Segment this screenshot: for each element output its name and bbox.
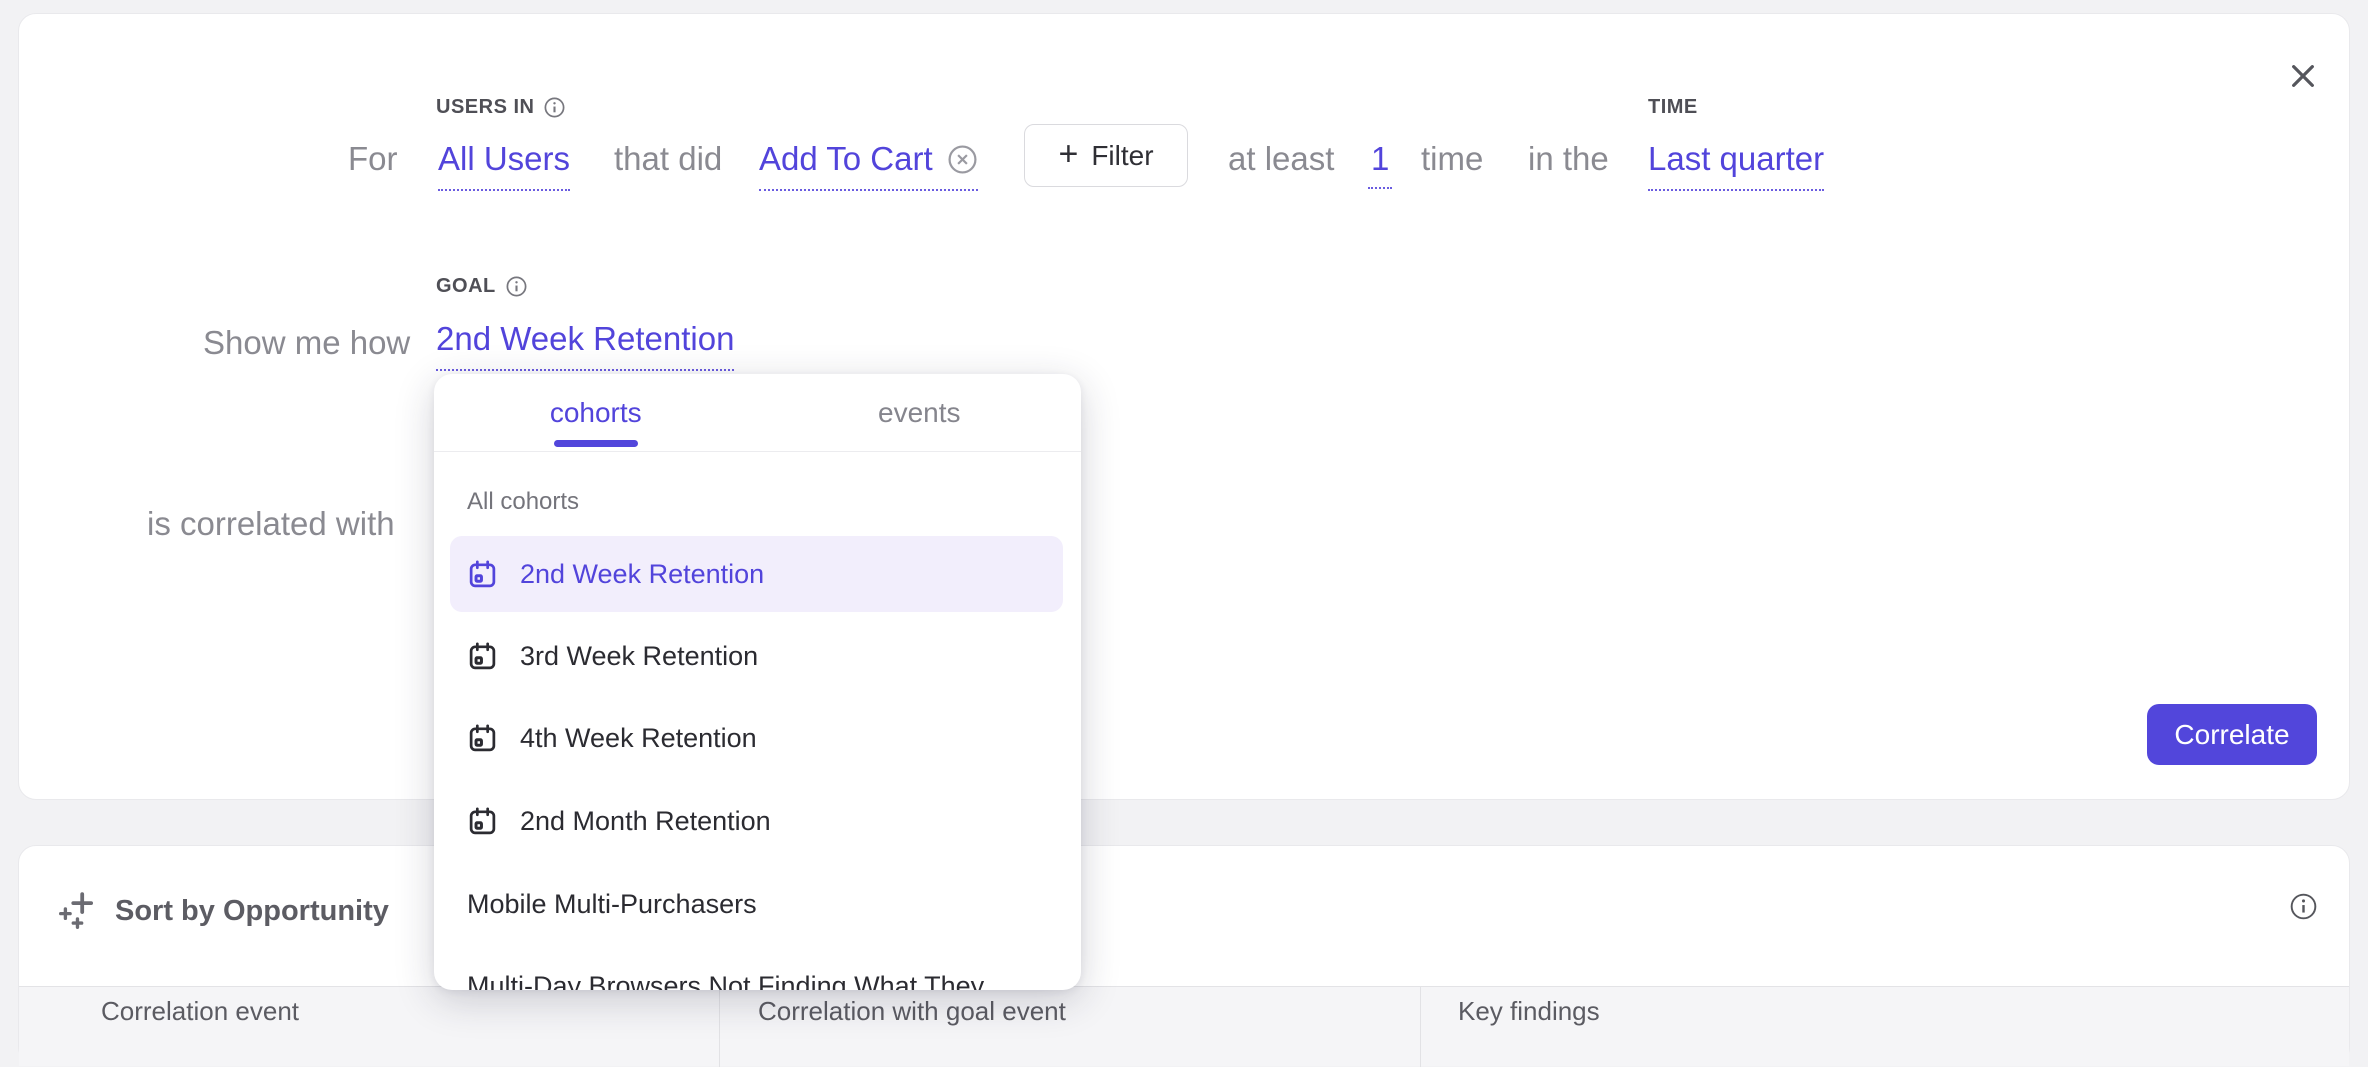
filter-button-label: Filter: [1091, 140, 1153, 172]
info-icon[interactable]: [543, 96, 566, 119]
list-item-label: Mobile Multi-Purchasers: [467, 889, 757, 920]
column-header-correlation-event[interactable]: Correlation event: [101, 996, 299, 1027]
results-card: Sort by Opportunity Correlation event Co…: [18, 845, 2350, 1065]
list-item-label: 2nd Month Retention: [520, 806, 771, 837]
goal-selector[interactable]: 2nd Week Retention: [436, 318, 734, 371]
calendar-icon: [467, 641, 498, 672]
list-item[interactable]: 3rd Week Retention: [450, 618, 1063, 694]
info-icon[interactable]: [2289, 892, 2318, 926]
list-item[interactable]: Multi-Day Browsers Not Finding What They: [450, 948, 1063, 990]
goal-label: GOAL: [436, 275, 528, 298]
column-header-key-findings[interactable]: Key findings: [1458, 996, 1600, 1027]
goal-picker-dropdown: cohorts events All cohorts 2nd Week Rete…: [434, 374, 1081, 990]
correlate-button[interactable]: Correlate: [2147, 704, 2317, 765]
users-in-label: USERS IN: [436, 96, 566, 119]
event-chip[interactable]: Add To Cart: [759, 138, 978, 191]
in-the-label: in the: [1528, 138, 1609, 180]
column-header-correlation-with-goal[interactable]: Correlation with goal event: [758, 996, 1066, 1027]
count-selector[interactable]: 1: [1368, 138, 1392, 189]
list-item[interactable]: 2nd Month Retention: [450, 783, 1063, 859]
show-me-how-label: Show me how: [203, 322, 410, 364]
active-tab-underline: [554, 440, 638, 447]
list-item-label: 3rd Week Retention: [520, 641, 758, 672]
time-range-selector[interactable]: Last quarter: [1648, 138, 1824, 191]
list-item[interactable]: Mobile Multi-Purchasers: [450, 866, 1063, 942]
time-label-text: TIME: [1648, 96, 1698, 119]
calendar-icon: [467, 806, 498, 837]
all-cohorts-label: All cohorts: [467, 488, 579, 516]
users-in-label-text: USERS IN: [436, 96, 534, 119]
sort-by-opportunity[interactable]: Sort by Opportunity: [57, 890, 389, 932]
that-did-label: that did: [614, 138, 722, 180]
calendar-icon: [467, 723, 498, 754]
list-item[interactable]: 2nd Week Retention: [450, 536, 1063, 612]
column-divider: [719, 987, 720, 1067]
event-selector[interactable]: Add To Cart: [759, 138, 933, 180]
for-label: For: [348, 138, 398, 180]
close-icon[interactable]: [2281, 54, 2325, 98]
goal-label-text: GOAL: [436, 275, 496, 298]
calendar-icon: [467, 559, 498, 590]
results-table-header: Correlation event Correlation with goal …: [19, 986, 2349, 1066]
column-divider: [1420, 987, 1421, 1067]
cohort-selector[interactable]: All Users: [438, 138, 570, 191]
correlation-builder-card: USERS IN TIME For All Users that did Add…: [18, 13, 2350, 800]
at-least-label: at least: [1228, 138, 1334, 180]
plus-icon: +: [1058, 137, 1078, 171]
list-item-label: 4th Week Retention: [520, 723, 757, 754]
list-item-label: 2nd Week Retention: [520, 559, 764, 590]
sort-label: Sort by Opportunity: [115, 895, 389, 928]
info-icon[interactable]: [505, 275, 528, 298]
time-label: TIME: [1648, 96, 1698, 119]
list-item-label: Multi-Day Browsers Not Finding What They: [467, 971, 984, 991]
dropdown-tabs: cohorts events: [434, 374, 1081, 452]
is-correlated-with-label: is correlated with: [147, 503, 395, 545]
list-item[interactable]: 4th Week Retention: [450, 700, 1063, 776]
time-word-label: time: [1421, 138, 1483, 180]
tab-events[interactable]: events: [758, 374, 1082, 451]
remove-event-icon[interactable]: [947, 144, 978, 175]
sparkle-sort-icon: [57, 890, 99, 932]
add-filter-button[interactable]: + Filter: [1024, 124, 1188, 187]
